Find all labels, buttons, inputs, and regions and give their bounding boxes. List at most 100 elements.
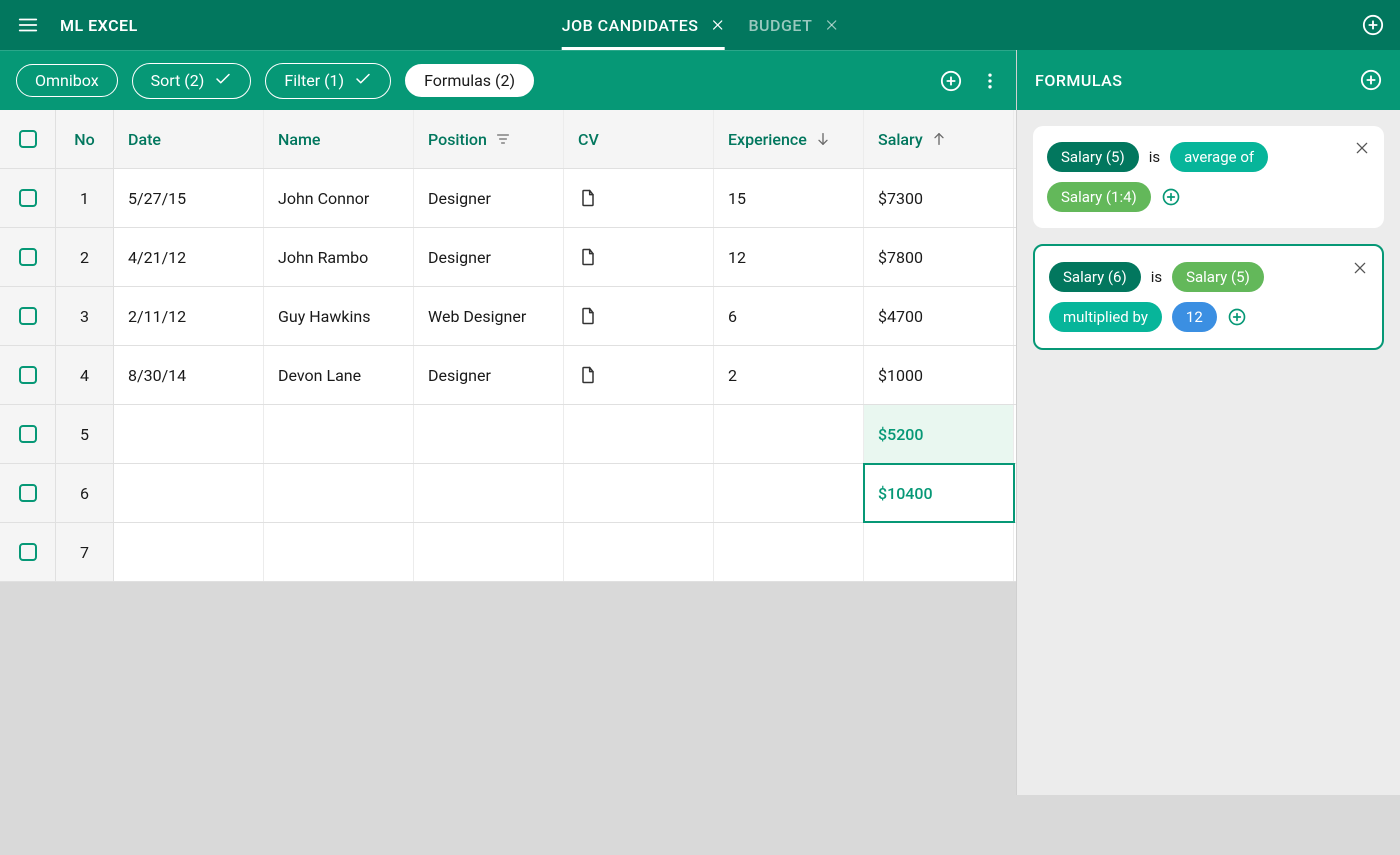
cell-experience[interactable] — [714, 405, 864, 463]
cell-date[interactable]: 8/30/14 — [114, 346, 264, 404]
cell-date[interactable]: 5/27/15 — [114, 169, 264, 227]
cell-experience[interactable] — [714, 464, 864, 522]
row-checkbox-cell — [0, 287, 56, 345]
cell-name[interactable]: Devon Lane — [264, 346, 414, 404]
cell-cv[interactable] — [564, 464, 714, 522]
cell-cv[interactable] — [564, 169, 714, 227]
formula-chip[interactable]: multiplied by — [1049, 302, 1162, 332]
cell-salary[interactable]: $4700 — [864, 287, 1014, 345]
cell-date[interactable]: 4/21/12 — [114, 228, 264, 286]
cell-experience[interactable] — [714, 523, 864, 581]
row-checkbox-cell — [0, 228, 56, 286]
cell-position[interactable] — [414, 405, 564, 463]
cell-name[interactable]: John Connor — [264, 169, 414, 227]
tabs: JOB CANDIDATES BUDGET — [562, 0, 839, 50]
cell-no[interactable]: 5 — [56, 405, 114, 463]
cell-cv[interactable] — [564, 346, 714, 404]
omnibox-button[interactable]: Omnibox — [16, 64, 118, 97]
column-header-experience[interactable]: Experience — [714, 110, 864, 168]
cell-cv[interactable] — [564, 523, 714, 581]
cell-salary[interactable]: $1000 — [864, 346, 1014, 404]
cell-cv[interactable] — [564, 287, 714, 345]
formulas-button[interactable]: Formulas (2) — [405, 64, 534, 97]
select-all-checkbox[interactable] — [19, 130, 37, 148]
tab-job-candidates[interactable]: JOB CANDIDATES — [562, 0, 725, 50]
more-icon[interactable] — [980, 71, 1000, 91]
cell-no[interactable]: 2 — [56, 228, 114, 286]
close-icon[interactable] — [824, 18, 838, 32]
formula-chip[interactable]: 12 — [1172, 302, 1217, 332]
row-checkbox[interactable] — [19, 307, 37, 325]
cell-no[interactable]: 6 — [56, 464, 114, 522]
cell-salary[interactable]: $7300 — [864, 169, 1014, 227]
close-icon[interactable] — [1354, 140, 1370, 160]
cell-position[interactable] — [414, 523, 564, 581]
row-checkbox[interactable] — [19, 189, 37, 207]
cell-date[interactable]: 2/11/12 — [114, 287, 264, 345]
add-token-button[interactable] — [1227, 307, 1247, 327]
menu-icon[interactable] — [16, 14, 40, 36]
cell-experience[interactable]: 15 — [714, 169, 864, 227]
cell-no[interactable]: 4 — [56, 346, 114, 404]
row-checkbox[interactable] — [19, 425, 37, 443]
column-header-no[interactable]: No — [56, 110, 114, 168]
cell-position[interactable]: Designer — [414, 346, 564, 404]
sort-button[interactable]: Sort (2) — [132, 63, 252, 99]
filter-button[interactable]: Filter (1) — [265, 63, 391, 99]
row-checkbox[interactable] — [19, 366, 37, 384]
cell-position[interactable] — [414, 464, 564, 522]
add-token-button[interactable] — [1161, 187, 1181, 207]
cell-name[interactable]: John Rambo — [264, 228, 414, 286]
formula-chip[interactable]: average of — [1170, 142, 1268, 172]
cell-date[interactable] — [114, 523, 264, 581]
formula-chip[interactable]: Salary (1:4) — [1047, 182, 1151, 212]
close-icon[interactable] — [710, 18, 724, 32]
document-icon[interactable] — [578, 188, 598, 208]
add-formula-button[interactable] — [1360, 69, 1382, 91]
document-icon[interactable] — [578, 247, 598, 267]
cell-experience[interactable]: 12 — [714, 228, 864, 286]
tab-label: JOB CANDIDATES — [562, 16, 699, 35]
formula-chip[interactable]: Salary (5) — [1047, 142, 1139, 172]
formula-card[interactable]: Salary (6)isSalary (5)multiplied by12 — [1033, 244, 1384, 350]
formula-card[interactable]: Salary (5)isaverage ofSalary (1:4) — [1033, 126, 1384, 228]
pill-label: Omnibox — [35, 71, 99, 90]
row-checkbox[interactable] — [19, 543, 37, 561]
cell-no[interactable]: 1 — [56, 169, 114, 227]
cell-salary[interactable]: $10400 — [864, 464, 1014, 522]
cell-position[interactable]: Designer — [414, 169, 564, 227]
column-header-salary[interactable]: Salary — [864, 110, 1014, 168]
column-header-cv[interactable]: CV — [564, 110, 714, 168]
cell-date[interactable] — [114, 405, 264, 463]
cell-salary[interactable] — [864, 523, 1014, 581]
cell-cv[interactable] — [564, 405, 714, 463]
cell-position[interactable]: Web Designer — [414, 287, 564, 345]
close-icon[interactable] — [1352, 260, 1368, 280]
tab-budget[interactable]: BUDGET — [748, 0, 838, 50]
cell-no[interactable]: 3 — [56, 287, 114, 345]
document-icon[interactable] — [578, 365, 598, 385]
add-button[interactable] — [940, 70, 962, 92]
cell-name[interactable] — [264, 405, 414, 463]
column-header-name[interactable]: Name — [264, 110, 414, 168]
cell-experience[interactable]: 6 — [714, 287, 864, 345]
cell-salary[interactable]: $7800 — [864, 228, 1014, 286]
row-checkbox[interactable] — [19, 484, 37, 502]
cell-salary[interactable]: $5200 — [864, 405, 1014, 463]
table-row: 1 5/27/15 John Connor Designer 15 $7300 — [0, 169, 1016, 228]
add-tab-button[interactable] — [1362, 14, 1384, 36]
cell-position[interactable]: Designer — [414, 228, 564, 286]
column-header-date[interactable]: Date — [114, 110, 264, 168]
column-header-position[interactable]: Position — [414, 110, 564, 168]
cell-cv[interactable] — [564, 228, 714, 286]
cell-no[interactable]: 7 — [56, 523, 114, 581]
cell-name[interactable] — [264, 523, 414, 581]
cell-name[interactable]: Guy Hawkins — [264, 287, 414, 345]
document-icon[interactable] — [578, 306, 598, 326]
formula-chip[interactable]: Salary (5) — [1172, 262, 1264, 292]
cell-name[interactable] — [264, 464, 414, 522]
cell-experience[interactable]: 2 — [714, 346, 864, 404]
row-checkbox[interactable] — [19, 248, 37, 266]
formula-chip[interactable]: Salary (6) — [1049, 262, 1141, 292]
cell-date[interactable] — [114, 464, 264, 522]
